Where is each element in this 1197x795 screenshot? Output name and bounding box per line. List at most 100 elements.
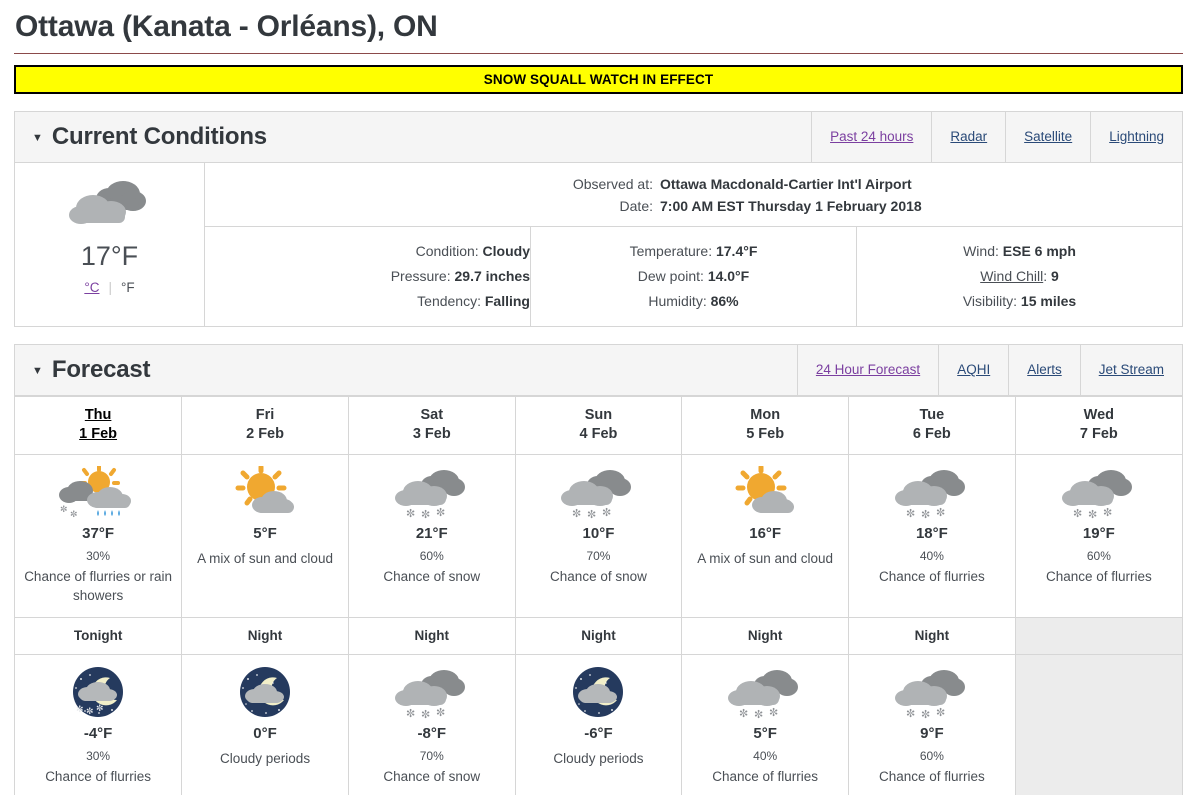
current-conditions-links: Past 24 hours Radar Satellite Lightning <box>811 111 1182 162</box>
day-summary-6: Chance of flurries <box>1045 568 1152 584</box>
svg-text:✼: ✼ <box>739 707 748 720</box>
day-summary-5: Chance of flurries <box>878 568 985 584</box>
day-pop-0: 30% <box>86 548 111 563</box>
tendency-label: Tendency: <box>417 292 481 309</box>
forecast-night-cell-0: ✼ ✼ ✼ -4°F 30% Chance of flurries <box>15 653 183 795</box>
link-24-hour-forecast[interactable]: 24 Hour Forecast <box>796 344 938 395</box>
forecast-day-row: ✼ ✼ 37°F 30% Chance of flurries or rain … <box>15 453 1182 618</box>
forecast-day-header-3: Sun 4 Feb <box>514 395 683 455</box>
day-temp-2: 21°F <box>415 524 448 542</box>
temperature-row: Temperature: 17.4°F <box>531 239 856 264</box>
forecast-day-header-6: Wed 7 Feb <box>1014 395 1182 455</box>
svg-text:✼: ✼ <box>436 706 445 719</box>
wind-chill-value: 9 <box>1051 267 1059 284</box>
night-header-0: Tonight <box>15 616 183 655</box>
unit-separator: | <box>108 279 112 295</box>
svg-text:✼: ✼ <box>936 706 945 719</box>
day-summary-1: A mix of sun and cloud <box>197 550 333 566</box>
wind-chill-row: Wind Chill: 9 <box>857 264 1182 289</box>
observed-at-label: Observed at: <box>572 175 653 192</box>
pressure-value: 29.7 inches <box>454 267 531 284</box>
day-date-1: 2 Feb <box>246 426 284 442</box>
svg-text:✼: ✼ <box>96 704 104 714</box>
pressure-label: Pressure: <box>390 267 451 284</box>
svg-text:✼: ✼ <box>406 507 415 520</box>
day-date-3: 4 Feb <box>579 426 618 442</box>
wind-label: Wind: <box>963 242 999 259</box>
link-satellite[interactable]: Satellite <box>1005 111 1090 162</box>
link-past-24-hours[interactable]: Past 24 hours <box>811 111 931 162</box>
link-aqhi[interactable]: AQHI <box>938 344 1008 395</box>
forecast-day-header-4: Mon 5 Feb <box>681 395 850 455</box>
svg-text:✼: ✼ <box>1088 508 1097 521</box>
svg-text:✼: ✼ <box>86 707 94 717</box>
svg-text:✼: ✼ <box>1073 507 1082 520</box>
forecast-day-header-2: Sat 3 Feb <box>347 395 516 455</box>
collapse-caret-icon[interactable]: ▼ <box>32 133 43 144</box>
tendency-value: Falling <box>484 292 530 309</box>
observation-date-value: 7:00 AM EST Thursday 1 February 2018 <box>660 197 922 214</box>
svg-text:✼: ✼ <box>936 506 945 519</box>
day-summary-3: Chance of snow <box>550 568 647 584</box>
svg-text:✼: ✼ <box>421 508 430 521</box>
alert-banner[interactable]: SNOW SQUALL WATCH IN EFFECT <box>14 64 1183 94</box>
svg-text:✼: ✼ <box>421 708 430 721</box>
conditions-column-3: Wind: ESE 6 mph Wind Chill: 9 Visibility… <box>856 226 1182 326</box>
night-summary-3: Cloudy periods <box>553 750 644 766</box>
title-divider <box>14 52 1183 54</box>
forecast-day-cell-4: 16°F A mix of sun and cloud <box>681 453 850 618</box>
day-pop-6: 60% <box>1086 548 1111 563</box>
forecast-day-header-1: Fri 2 Feb <box>181 395 349 455</box>
collapse-caret-icon[interactable]: ▼ <box>32 366 43 377</box>
observation-meta: Observed at: Ottawa Macdonald-Cartier In… <box>205 163 1182 227</box>
forecast-night-cell-5: ✼ ✼ ✼ 9°F 60% Chance of flurries <box>848 653 1016 795</box>
day-weekday-3: Sun <box>584 407 613 423</box>
day-temp-4: 16°F <box>749 524 782 542</box>
night-temp-4: 5°F <box>753 724 777 742</box>
day-date-4: 5 Feb <box>746 426 785 442</box>
night-summary-1: Cloudy periods <box>220 750 311 766</box>
day-weekday-0[interactable]: Thu <box>85 407 112 423</box>
night-header-1: Night <box>181 616 349 655</box>
wind-chill-colon: : <box>1043 267 1051 284</box>
conditions-column-2: Temperature: 17.4°F Dew point: 14.0°F Hu… <box>530 226 856 326</box>
day-summary-0: Chance of flurries or rain showers <box>24 568 173 603</box>
dew-point-row: Dew point: 14.0°F <box>531 264 856 289</box>
night-pop-2: 70% <box>419 748 444 763</box>
svg-text:✼: ✼ <box>587 508 596 521</box>
forecast-night-cell-6-empty <box>1014 653 1182 795</box>
svg-text:✼: ✼ <box>1103 506 1112 519</box>
cloud-snow-icon: ✼ ✼ ✼ <box>855 465 1009 523</box>
svg-text:✼: ✼ <box>906 707 915 720</box>
day-temp-5: 18°F <box>915 524 948 542</box>
night-header-2: Night <box>347 616 516 655</box>
day-date-0[interactable]: 1 Feb <box>79 426 117 442</box>
night-temp-1: 0°F <box>253 724 277 742</box>
sun-cloud-icon <box>688 465 842 523</box>
forecast-day-header-0[interactable]: Thu 1 Feb <box>15 395 183 455</box>
link-lightning[interactable]: Lightning <box>1090 111 1182 162</box>
night-pop-0: 30% <box>86 748 111 763</box>
link-jet-stream[interactable]: Jet Stream <box>1079 344 1182 395</box>
current-conditions-header-left: ▼ Current Conditions <box>15 112 267 162</box>
svg-text:✼: ✼ <box>754 708 763 721</box>
link-radar[interactable]: Radar <box>931 111 1005 162</box>
condition-label: Condition: <box>415 242 479 259</box>
night-cloud-snow-icon: ✼ ✼ ✼ <box>21 665 175 723</box>
svg-text:✼: ✼ <box>602 506 611 519</box>
current-conditions-title: Current Conditions <box>51 122 267 150</box>
unit-celsius-link[interactable]: °C <box>84 280 99 295</box>
day-weekday-6: Wed <box>1083 407 1115 423</box>
forecast-table: Thu 1 Feb Fri 2 Feb Sat 3 Feb Sun 4 Feb … <box>15 395 1182 795</box>
cloud-snow-icon: ✼ ✼ ✼ <box>355 665 509 723</box>
link-alerts[interactable]: Alerts <box>1008 344 1080 395</box>
wind-chill-link[interactable]: Wind Chill <box>980 268 1043 284</box>
forecast-day-cell-6: ✼ ✼ ✼ 19°F 60% Chance of flurries <box>1014 453 1182 618</box>
svg-text:✼: ✼ <box>406 707 415 720</box>
svg-text:✼: ✼ <box>921 508 930 521</box>
forecast-day-header-row: Thu 1 Feb Fri 2 Feb Sat 3 Feb Sun 4 Feb … <box>15 395 1182 455</box>
svg-text:✼: ✼ <box>572 507 581 520</box>
cloud-snow-icon: ✼ ✼ ✼ <box>855 665 1009 723</box>
forecast-night-row: ✼ ✼ ✼ -4°F 30% Chance of flurries 0°F Cl… <box>15 653 1182 795</box>
forecast-panel: ▼ Forecast 24 Hour Forecast AQHI Alerts … <box>14 343 1183 795</box>
